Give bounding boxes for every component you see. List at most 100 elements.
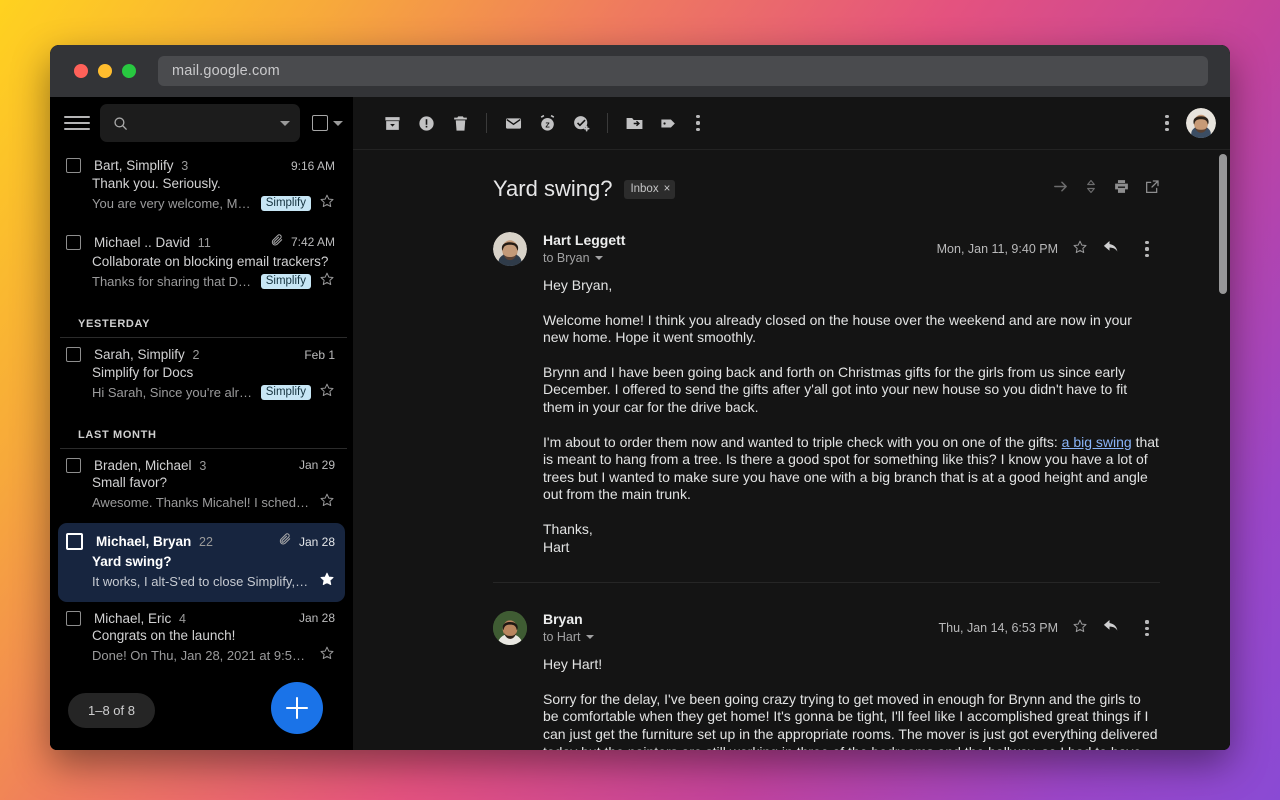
more-options-icon[interactable]: [685, 106, 711, 140]
message-list: Hart Leggettto BryanMon, Jan 11, 9:40 PM…: [493, 232, 1160, 750]
account-more-options-icon[interactable]: [1154, 106, 1180, 140]
thread-section-header: YESTERDAY: [60, 302, 347, 338]
thread-subject: Simplify for Docs: [92, 365, 335, 380]
star-icon[interactable]: [1072, 618, 1088, 639]
scrollbar[interactable]: [1219, 154, 1227, 294]
conversation-scroll-area[interactable]: Yard swing? Inbox ×: [353, 150, 1230, 750]
chevron-down-icon[interactable]: [595, 256, 603, 260]
thread-list-item[interactable]: Michael, Eric 4Jan 28Congrats on the lau…: [58, 602, 345, 677]
address-bar[interactable]: mail.google.com: [158, 56, 1208, 86]
print-icon[interactable]: [1113, 178, 1130, 200]
thread-actions: [1052, 178, 1160, 200]
avatar[interactable]: [493, 611, 527, 645]
thread-checkbox[interactable]: [66, 458, 81, 473]
thread-date: Jan 29: [299, 458, 335, 472]
main-menu-icon[interactable]: [64, 110, 90, 136]
thread-checkbox[interactable]: [66, 158, 81, 173]
search-input[interactable]: [100, 104, 300, 142]
report-spam-icon[interactable]: [409, 106, 443, 140]
thread-list-item[interactable]: Michael .. David 117:42 AMCollaborate on…: [58, 224, 345, 303]
thread-list[interactable]: Bart, Simplify 39:16 AMThank you. Seriou…: [50, 149, 353, 750]
search-icon: [112, 115, 129, 132]
thread-list-item[interactable]: Michael, Bryan 22Jan 28Yard swing?It wor…: [58, 523, 345, 602]
message-body: Hey Bryan,Welcome home! I think you alre…: [543, 277, 1160, 556]
thread-checkbox[interactable]: [66, 347, 81, 362]
thread-label-chip[interactable]: Simplify: [261, 196, 311, 211]
close-icon[interactable]: ×: [664, 183, 671, 195]
thread-list-item[interactable]: Bart, Simplify 39:16 AMThank you. Seriou…: [58, 149, 345, 224]
pagination-label: 1–8 of 8: [68, 693, 155, 728]
thread-sender: Michael, Bryan 22: [96, 534, 270, 549]
thread-list-item[interactable]: Braden, Michael 3Jan 29Small favor?Aweso…: [58, 449, 345, 524]
add-to-tasks-icon[interactable]: [564, 106, 598, 140]
select-all-checkbox[interactable]: [312, 115, 328, 131]
message-more-options-icon[interactable]: [1134, 232, 1160, 266]
thread-subject: Collaborate on blocking email trackers?: [92, 254, 335, 269]
archive-icon[interactable]: [375, 106, 409, 140]
avatar[interactable]: [1186, 108, 1216, 138]
message: Bryanto HartThu, Jan 14, 6:53 PMHey Hart…: [493, 583, 1160, 750]
star-icon[interactable]: [1072, 239, 1088, 260]
message-paragraph: I'm about to order them now and wanted t…: [543, 434, 1160, 504]
search-options-chevron-down-icon[interactable]: [280, 121, 290, 126]
star-icon[interactable]: [319, 492, 335, 513]
message-toolbar: Z: [353, 97, 1230, 150]
minimize-window-button[interactable]: [98, 64, 112, 78]
message: Hart Leggettto BryanMon, Jan 11, 9:40 PM…: [493, 232, 1160, 556]
star-icon[interactable]: [319, 382, 335, 403]
window-controls[interactable]: [74, 64, 136, 78]
star-icon[interactable]: [319, 193, 335, 214]
toolbar-divider: [607, 113, 608, 133]
url-text: mail.google.com: [172, 63, 280, 79]
toolbar-right: [1154, 106, 1216, 140]
gmail-app: Bart, Simplify 39:16 AMThank you. Seriou…: [50, 97, 1230, 750]
reply-icon[interactable]: [1102, 617, 1120, 640]
thread-sender: Bart, Simplify 3: [94, 158, 283, 173]
thread-message-count: 2: [193, 348, 200, 362]
star-icon[interactable]: [319, 571, 335, 592]
thread-checkbox[interactable]: [66, 235, 81, 250]
sidebar-header: [50, 97, 353, 149]
thread-message-count: 3: [199, 459, 206, 473]
message-recipient[interactable]: to Bryan: [543, 251, 923, 265]
mark-unread-icon[interactable]: [496, 106, 530, 140]
select-all-control[interactable]: [312, 115, 343, 131]
thread-label-chip[interactable]: Simplify: [261, 385, 311, 400]
thread-date: 9:16 AM: [291, 159, 335, 173]
compose-button[interactable]: [271, 682, 323, 734]
toolbar-divider: [486, 113, 487, 133]
move-to-inbox-icon[interactable]: [1052, 178, 1069, 200]
thread-preview: You are very welcome, Mic…: [92, 196, 253, 211]
thread-sender: Braden, Michael 3: [94, 458, 291, 473]
message-more-options-icon[interactable]: [1134, 611, 1160, 645]
star-icon[interactable]: [319, 271, 335, 292]
browser-titlebar: mail.google.com: [50, 45, 1230, 97]
thread-checkbox[interactable]: [66, 533, 83, 550]
reply-icon[interactable]: [1102, 238, 1120, 261]
star-icon[interactable]: [319, 645, 335, 666]
thread-list-item[interactable]: Sarah, Simplify 2Feb 1Simplify for DocsH…: [58, 338, 345, 413]
message-paragraph: Welcome home! I think you already closed…: [543, 312, 1160, 347]
move-to-icon[interactable]: [617, 106, 651, 140]
message-paragraph: Hey Hart!: [543, 656, 1160, 674]
snooze-icon[interactable]: Z: [530, 106, 564, 140]
open-in-new-window-icon[interactable]: [1144, 179, 1160, 200]
thread-sender: Sarah, Simplify 2: [94, 347, 296, 362]
message-body: Hey Hart!Sorry for the delay, I've been …: [543, 656, 1160, 750]
message-link[interactable]: a big swing: [1062, 434, 1132, 450]
expand-collapse-icon[interactable]: [1083, 178, 1099, 200]
message-paragraph: Brynn and I have been going back and for…: [543, 364, 1160, 417]
maximize-window-button[interactable]: [122, 64, 136, 78]
thread-preview: It works, I alt-S'ed to close Simplify, …: [92, 574, 311, 589]
thread-label-chip[interactable]: Simplify: [261, 274, 311, 289]
select-all-chevron-down-icon[interactable]: [333, 121, 343, 126]
avatar[interactable]: [493, 232, 527, 266]
thread-date: Jan 28: [299, 611, 335, 625]
thread-date: Feb 1: [304, 348, 335, 362]
thread-checkbox[interactable]: [66, 611, 81, 626]
delete-icon[interactable]: [443, 106, 477, 140]
chevron-down-icon[interactable]: [586, 635, 594, 639]
message-recipient[interactable]: to Hart: [543, 630, 924, 644]
labels-icon[interactable]: [651, 106, 685, 140]
close-window-button[interactable]: [74, 64, 88, 78]
